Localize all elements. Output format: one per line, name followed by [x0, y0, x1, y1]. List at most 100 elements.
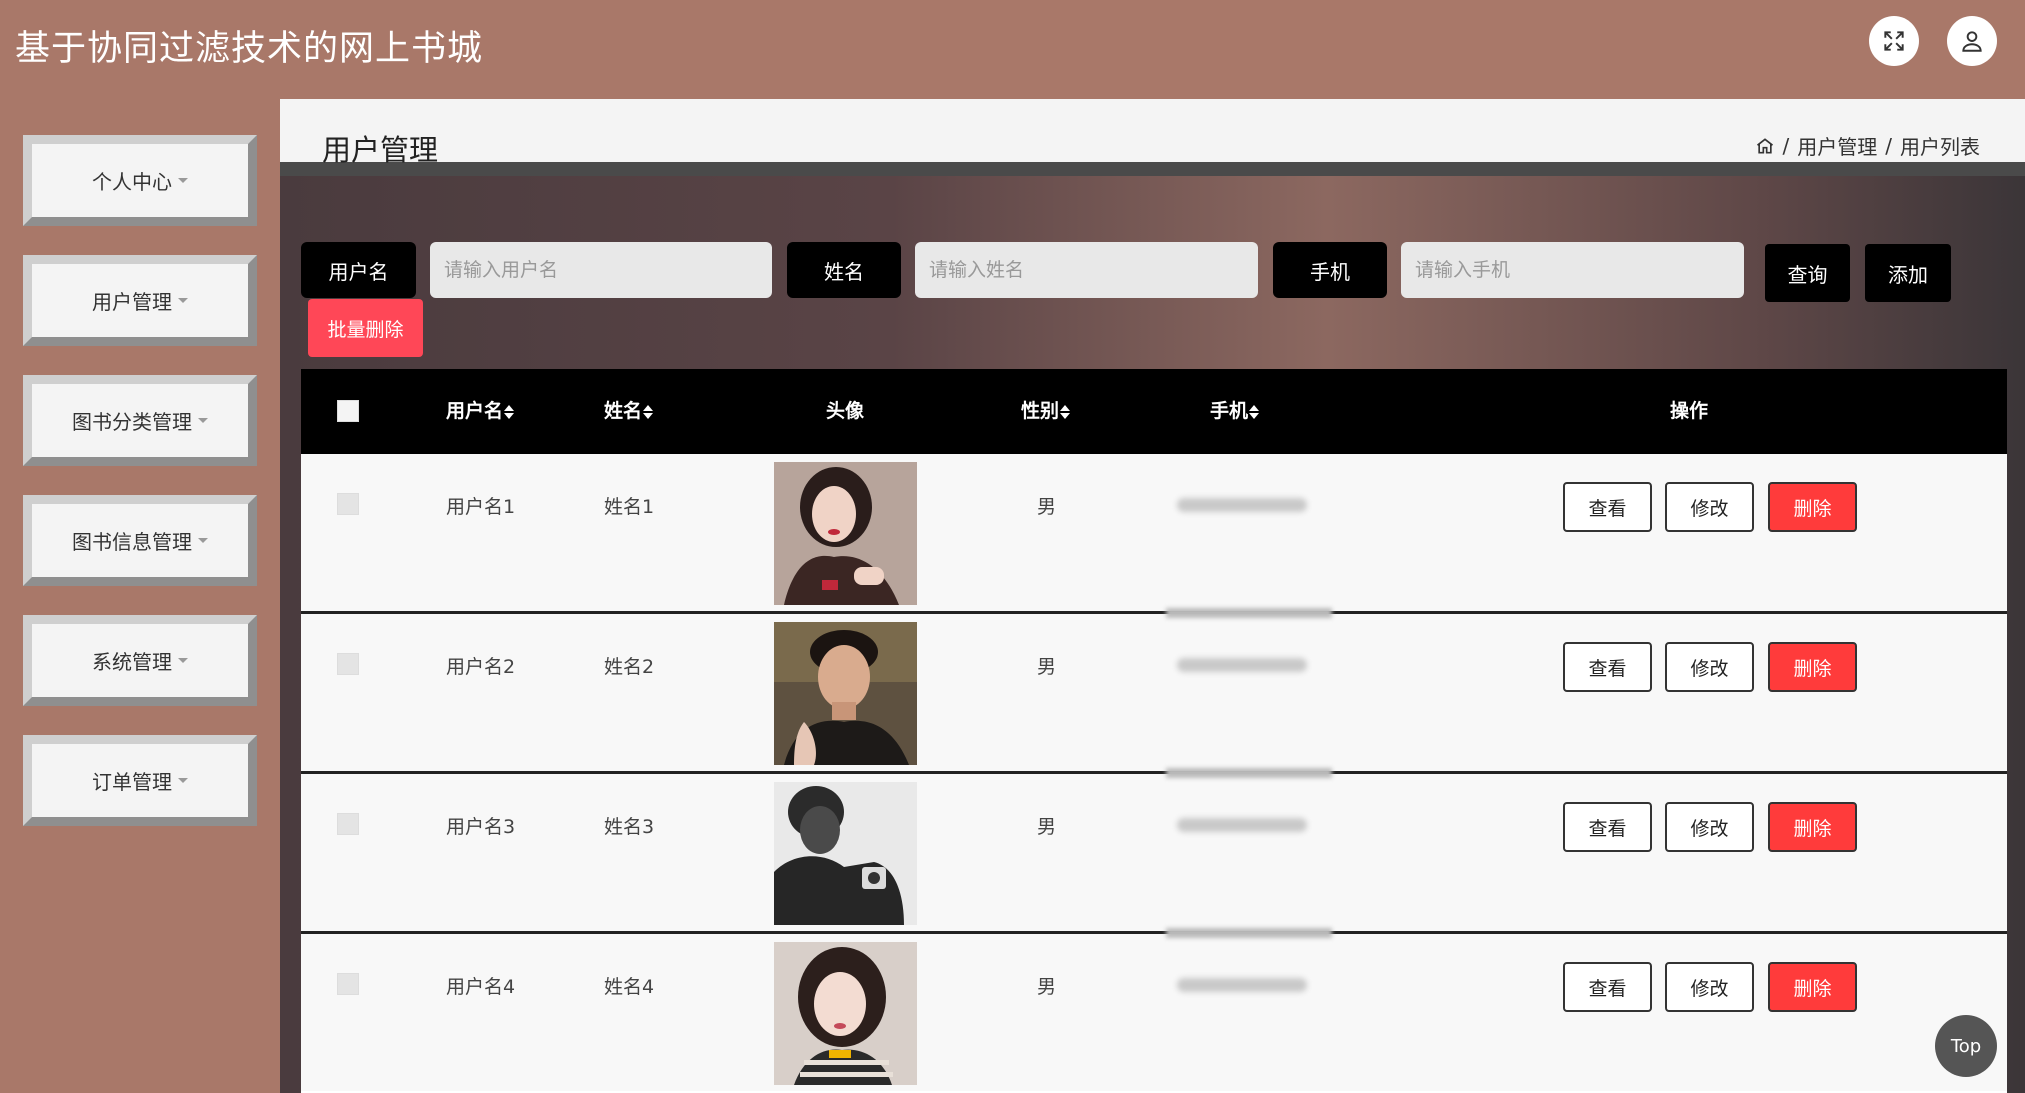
avatar	[774, 782, 917, 925]
sidebar-item-label: 图书分类管理	[72, 410, 192, 434]
edit-button[interactable]: 修改	[1665, 642, 1754, 692]
cell-gender: 男	[1037, 496, 1057, 518]
sidebar: 个人中心 用户管理 图书分类管理 图书信息管理 系统管理 订单管理	[0, 99, 280, 1093]
sidebar-item-label: 订单管理	[92, 770, 172, 794]
cell-gender: 男	[1037, 656, 1057, 678]
cell-username: 用户名3	[446, 816, 516, 838]
caret-down-icon	[198, 418, 208, 423]
user-button[interactable]	[1947, 16, 1997, 66]
breadcrumb: / 用户管理 / 用户列表	[1755, 131, 1980, 160]
fullscreen-icon	[1884, 31, 1904, 51]
column-header-avatar: 头像	[826, 400, 865, 422]
row-checkbox[interactable]	[337, 493, 359, 515]
main-content: 用户管理 / 用户管理 / 用户列表 用户名 姓名 手机 查询 添加 批量删除 …	[280, 99, 2025, 1093]
phone-input[interactable]	[1401, 242, 1744, 298]
cell-phone-redacted	[1177, 658, 1307, 672]
avatar	[774, 462, 917, 605]
sidebar-item-label: 用户管理	[92, 290, 172, 314]
delete-button[interactable]: 删除	[1768, 642, 1857, 692]
cell-phone-redacted	[1177, 498, 1307, 512]
delete-button[interactable]: 删除	[1768, 962, 1857, 1012]
redacted-strip	[1166, 768, 1332, 778]
redacted-strip	[1166, 928, 1332, 938]
breadcrumb-item: 用户列表	[1900, 135, 1980, 159]
sort-icon	[504, 404, 515, 419]
cell-name: 姓名2	[604, 656, 655, 678]
column-header-actions: 操作	[1670, 400, 1709, 422]
app-header: 基于协同过滤技术的网上书城	[0, 0, 2025, 99]
add-button[interactable]: 添加	[1865, 244, 1951, 302]
table-header: 用户名 姓名 头像 性别 手机 操作	[301, 369, 2007, 454]
table-row: 用户名3 姓名3 男 查看 修改 删除	[301, 768, 2007, 931]
breadcrumb-item[interactable]: 用户管理	[1797, 131, 1877, 160]
column-header-username[interactable]: 用户名	[446, 369, 515, 454]
table-row: 用户名4 姓名4 男 查看 修改 删除	[301, 928, 2007, 1091]
delete-button[interactable]: 删除	[1768, 482, 1857, 532]
table-row: 用户名2 姓名2 男 查看 修改 删除	[301, 608, 2007, 771]
user-table: 用户名 姓名 头像 性别 手机 操作 用户名1 姓名1 男 查看 修改 删除 用…	[301, 369, 2007, 1093]
breadcrumb-separator: /	[1885, 133, 1892, 158]
caret-down-icon	[178, 178, 188, 183]
name-input[interactable]	[915, 242, 1258, 298]
sidebar-item-personal-center[interactable]: 个人中心	[23, 135, 257, 226]
column-header-gender[interactable]: 性别	[1021, 369, 1071, 454]
cell-name: 姓名3	[604, 816, 655, 838]
sidebar-item-label: 个人中心	[92, 170, 172, 194]
cell-phone-redacted	[1177, 978, 1307, 992]
user-icon	[1962, 31, 1982, 52]
query-button[interactable]: 查询	[1765, 244, 1850, 302]
page-title: 用户管理	[322, 133, 439, 167]
sidebar-item-book-category[interactable]: 图书分类管理	[23, 375, 257, 466]
cell-name: 姓名4	[604, 976, 655, 998]
edit-button[interactable]: 修改	[1665, 802, 1754, 852]
sidebar-item-system[interactable]: 系统管理	[23, 615, 257, 706]
avatar	[774, 622, 917, 765]
sort-icon	[643, 404, 654, 419]
row-checkbox[interactable]	[337, 653, 359, 675]
cell-username: 用户名2	[446, 656, 516, 678]
sidebar-item-orders[interactable]: 订单管理	[23, 735, 257, 826]
redacted-strip	[1166, 608, 1332, 618]
avatar	[774, 942, 917, 1085]
username-input[interactable]	[430, 242, 772, 298]
home-icon[interactable]	[1755, 136, 1775, 156]
view-button[interactable]: 查看	[1563, 642, 1652, 692]
view-button[interactable]: 查看	[1563, 962, 1652, 1012]
row-checkbox[interactable]	[337, 973, 359, 995]
view-button[interactable]: 查看	[1563, 482, 1652, 532]
cell-phone-redacted	[1177, 818, 1307, 832]
cell-name: 姓名1	[604, 496, 655, 518]
cell-username: 用户名4	[446, 976, 516, 998]
view-button[interactable]: 查看	[1563, 802, 1652, 852]
cell-gender: 男	[1037, 976, 1057, 998]
sidebar-item-book-info[interactable]: 图书信息管理	[23, 495, 257, 586]
table-row: 用户名1 姓名1 男 查看 修改 删除	[301, 454, 2007, 614]
sort-icon	[1060, 404, 1071, 419]
row-checkbox[interactable]	[337, 813, 359, 835]
phone-label: 手机	[1273, 242, 1387, 298]
sort-icon	[1249, 404, 1260, 419]
cell-gender: 男	[1037, 816, 1057, 838]
edit-button[interactable]: 修改	[1665, 482, 1754, 532]
username-label: 用户名	[301, 242, 416, 298]
edit-button[interactable]: 修改	[1665, 962, 1754, 1012]
sidebar-item-user-management[interactable]: 用户管理	[23, 255, 257, 346]
delete-button[interactable]: 删除	[1768, 802, 1857, 852]
caret-down-icon	[178, 298, 188, 303]
fullscreen-button[interactable]	[1869, 16, 1919, 66]
cell-username: 用户名1	[446, 496, 516, 518]
column-header-phone[interactable]: 手机	[1210, 369, 1260, 454]
batch-delete-button[interactable]: 批量删除	[308, 299, 423, 357]
column-header-name[interactable]: 姓名	[604, 369, 654, 454]
app-title: 基于协同过滤技术的网上书城	[15, 29, 484, 69]
sidebar-item-label: 图书信息管理	[72, 530, 192, 554]
caret-down-icon	[178, 658, 188, 663]
caret-down-icon	[178, 778, 188, 783]
page-header: 用户管理 / 用户管理 / 用户列表	[280, 99, 2025, 176]
name-label: 姓名	[787, 242, 901, 298]
select-all-checkbox[interactable]	[337, 400, 359, 422]
breadcrumb-separator: /	[1782, 133, 1790, 158]
sidebar-item-label: 系统管理	[92, 650, 172, 674]
back-to-top-button[interactable]: Top	[1935, 1015, 1997, 1077]
caret-down-icon	[198, 538, 208, 543]
